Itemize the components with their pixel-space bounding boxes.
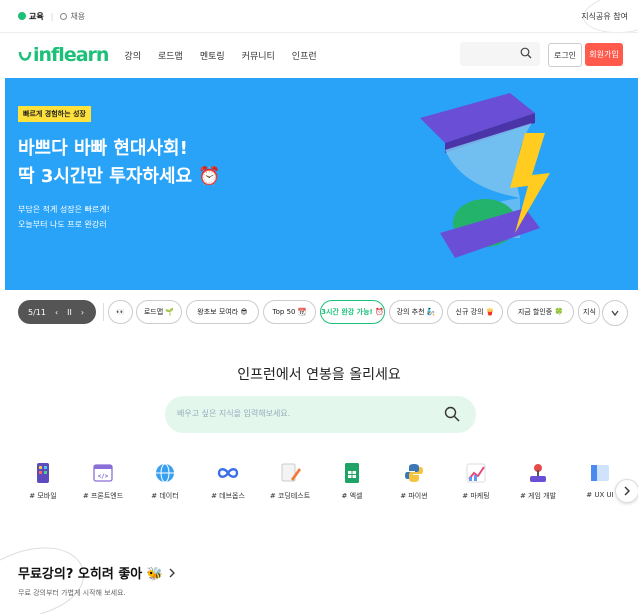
category-coding-test[interactable]: # 코딩테스트: [260, 462, 320, 501]
hero-tag: 빠르게 경험하는 성장: [18, 106, 91, 122]
main-title: 인프런에서 연봉을 올리세요: [237, 367, 401, 383]
search-icon: [520, 47, 532, 59]
carousel-pause-button[interactable]: II: [67, 308, 72, 317]
main-nav: 강의 로드맵 멘토링 커뮤니티 인프런: [124, 49, 316, 62]
hero-subtitle-line2: 오늘부터 나도 프로 완강러: [18, 220, 107, 229]
svg-text:</>: </>: [98, 473, 109, 480]
hourglass-illustration: [420, 93, 550, 258]
carousel-next-button[interactable]: ›: [81, 308, 84, 317]
carousel-prev-button[interactable]: ‹: [55, 308, 58, 317]
chips-scroll-button[interactable]: [602, 300, 628, 326]
search-placeholder: 배우고 싶은 지식을 입력해보세요.: [177, 409, 291, 418]
hero-title-line1: 바쁘다 바빠 현대사회!: [18, 138, 188, 159]
chip-roadmap[interactable]: 로드맵 🌱: [136, 300, 182, 324]
top-bar: 교육 | 채용 지식공유 참여: [0, 0, 638, 33]
window-icon: [591, 465, 609, 481]
infinity-icon: [217, 468, 239, 478]
chip-recommend[interactable]: 강의 추천 🧞: [389, 300, 443, 324]
nav-item-community[interactable]: 커뮤니티: [242, 49, 275, 62]
chip-3hours[interactable]: 3시간 완강 가능! ⏰: [320, 300, 385, 324]
carousel-pager: 5/11 ‹ II ›: [18, 300, 96, 324]
chip-eyes[interactable]: 👀: [108, 300, 133, 324]
divider: [103, 303, 104, 321]
category-mobile[interactable]: # 모바일: [13, 462, 73, 501]
frontend-icon: </>: [93, 464, 113, 482]
nav-item-course[interactable]: 강의: [124, 49, 141, 62]
chip-discount[interactable]: 지금 할인중 🍀: [507, 300, 574, 324]
mobile-icon: [37, 463, 49, 483]
nav-item-inflearn[interactable]: 인프런: [292, 49, 317, 62]
category-label: # 데이터: [151, 492, 179, 500]
signup-button[interactable]: 회원가입: [585, 43, 623, 66]
carousel-page-indicator: 5/11: [28, 307, 46, 317]
category-devops[interactable]: # 데브옵스: [198, 462, 258, 501]
chip-top50[interactable]: Top 50 📆: [263, 300, 316, 324]
chip-new[interactable]: 신규 강의 🍟: [447, 300, 503, 324]
knowledge-share-link[interactable]: 지식공유 참여: [581, 11, 628, 22]
inflearn-logo[interactable]: inflearn: [18, 44, 109, 66]
chevron-right-icon: [169, 568, 175, 577]
hero-subtitle: 부담은 적게 성장은 빠르게! 오늘부터 나도 프로 완강러: [18, 202, 110, 232]
category-label: # 마케팅: [462, 492, 490, 500]
education-icon: [18, 12, 26, 20]
pencil-doc-icon: [281, 463, 301, 482]
category-marketing[interactable]: # 마케팅: [446, 462, 506, 501]
hero-subtitle-line1: 부담은 적게 성장은 빠르게!: [18, 205, 110, 214]
category-game-dev[interactable]: # 게임 개발: [508, 462, 568, 501]
chevron-down-icon: [611, 310, 619, 317]
education-label: 교육: [29, 11, 44, 21]
category-frontend[interactable]: </> # 프론트엔드: [73, 462, 133, 501]
career-icon: [60, 12, 68, 20]
main-header: inflearn 강의 로드맵 멘토링 커뮤니티 인프런 로그인 회원가입: [0, 33, 638, 77]
category-label: # 파이썬: [400, 492, 428, 500]
main-search-input[interactable]: 배우고 싶은 지식을 입력해보세요.: [165, 396, 476, 433]
globe-icon: [156, 463, 174, 483]
career-label: 채용: [70, 11, 86, 21]
category-label: # 데브옵스: [211, 492, 245, 500]
category-python[interactable]: # 파이썬: [384, 462, 444, 501]
category-next-button[interactable]: [615, 479, 638, 503]
chip-beginner[interactable]: 왕초보 모여라 😎: [186, 300, 259, 324]
hero-title: 바쁘다 바빠 현대사회! 딱 3시간만 투자하세요 ⏰: [18, 135, 221, 191]
category-data[interactable]: # 데이터: [135, 462, 195, 501]
python-icon: [405, 464, 423, 482]
search-icon[interactable]: [444, 406, 460, 422]
chevron-right-icon: [624, 486, 630, 496]
sheet-icon: [345, 463, 359, 483]
category-label: # 엑셀: [341, 492, 363, 500]
category-label: # 게임 개발: [519, 492, 557, 500]
category-excel[interactable]: # 엑셀: [322, 462, 382, 501]
career-tab[interactable]: 채용: [60, 11, 85, 22]
education-tab[interactable]: 교육: [18, 11, 44, 22]
nav-item-roadmap[interactable]: 로드맵: [158, 49, 183, 62]
free-course-section-subtitle: 무료 강의부터 가볍게 시작해 보세요.: [18, 589, 126, 597]
logo-text: inflearn: [33, 44, 109, 66]
hero-title-line2: 딱 3시간만 투자하세요 ⏰: [18, 166, 221, 187]
carousel-controls: 5/11 ‹ II › 👀 로드맵 🌱 왕초보 모여라 😎 Top 50 📆 3…: [0, 296, 638, 330]
logo-mark-icon: [18, 51, 32, 61]
header-search-input[interactable]: [460, 42, 540, 66]
chip-knowledge[interactable]: 지식: [578, 300, 600, 324]
category-label: # 코딩테스트: [269, 492, 311, 500]
joystick-icon: [530, 464, 546, 482]
chart-up-icon: [466, 463, 486, 483]
login-button[interactable]: 로그인: [548, 43, 582, 67]
category-label: # 모바일: [29, 492, 57, 500]
free-course-section-title[interactable]: 무료강의? 오히려 좋아 🐝: [18, 563, 176, 582]
section-title-text: 무료강의? 오히려 좋아 🐝: [18, 567, 163, 582]
divider: |: [50, 11, 54, 21]
nav-item-mentoring[interactable]: 멘토링: [200, 49, 225, 62]
hero-banner[interactable]: 빠르게 경험하는 성장 바쁘다 바빠 현대사회! 딱 3시간만 투자하세요 ⏰ …: [5, 78, 638, 290]
category-label: # 프론트엔드: [82, 492, 124, 500]
